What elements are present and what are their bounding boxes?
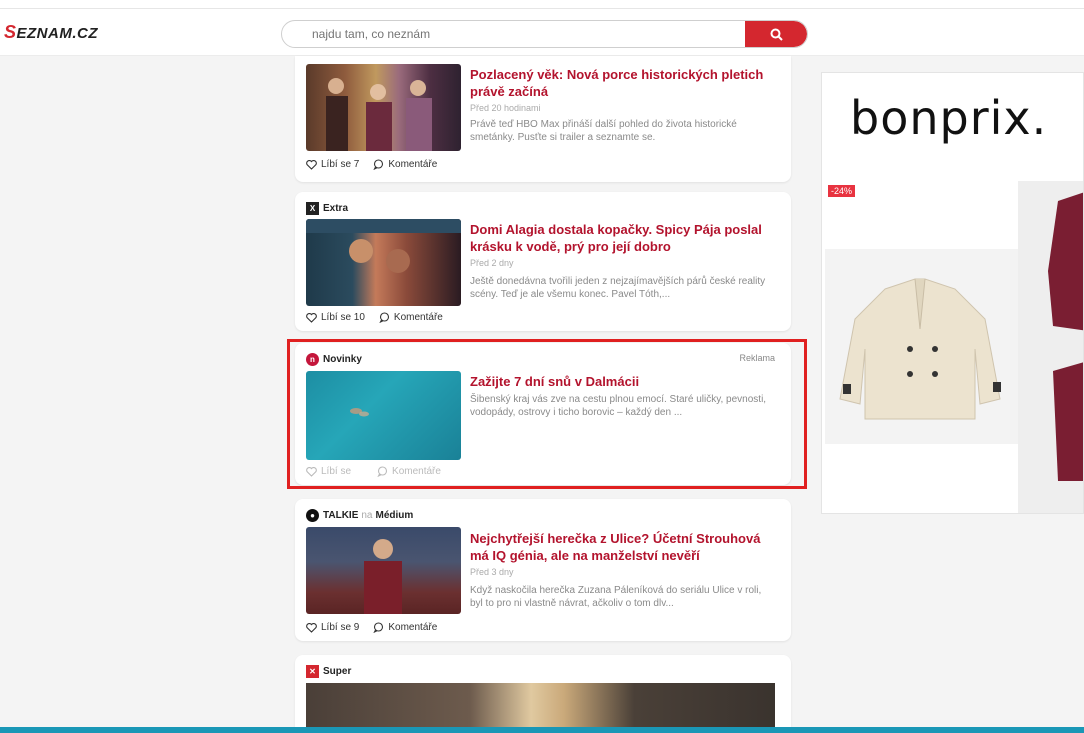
article-time: Před 2 dny	[470, 258, 514, 268]
comments-label: Komentáře	[388, 159, 438, 170]
search-icon	[770, 28, 783, 41]
article-time: Před 20 hodinami	[470, 103, 541, 113]
article-actions: Líbí se 10 Komentáře	[306, 312, 457, 323]
logo-letter: S	[4, 22, 17, 42]
red-top-image	[1048, 192, 1083, 481]
article-headline[interactable]: Pozlacený věk: Nová porce historických p…	[470, 66, 776, 100]
article-actions: Líbí se 7 Komentáře	[306, 159, 451, 170]
like-button[interactable]: Líbí se 10	[306, 312, 365, 323]
bottom-bar	[0, 727, 1084, 733]
source-name: TALKIE	[323, 510, 359, 521]
article-card[interactable]: X Extra Domi Alagia dostala kopačky. Spi…	[295, 192, 791, 331]
like-label: Líbí se 9	[321, 622, 360, 633]
article-headline[interactable]: Nejchytřejší herečka z Ulice? Účetní Str…	[470, 530, 776, 564]
source-name: Extra	[323, 203, 349, 214]
comments-button[interactable]: Komentáře	[379, 312, 443, 323]
divider	[0, 8, 1084, 9]
search-input[interactable]	[282, 21, 742, 47]
like-button[interactable]: Líbí se 9	[306, 622, 359, 633]
heart-icon	[306, 159, 317, 170]
source-connector: na	[361, 510, 373, 521]
comment-icon	[373, 622, 384, 633]
article-perex: Ještě donedávna tvořili jeden z nejzajím…	[470, 276, 766, 300]
comments-label: Komentáře	[393, 312, 443, 323]
jacket-product[interactable]	[825, 249, 1019, 444]
source-name: Super	[323, 666, 352, 677]
article-thumbnail[interactable]	[306, 64, 461, 151]
bonprix-logo: bonprix.	[850, 91, 1048, 145]
article-perex: Právě teď HBO Max přináší další pohled d…	[470, 119, 737, 143]
extra-icon: X	[306, 202, 319, 215]
thumbnail-art	[306, 219, 461, 273]
jacket-image	[839, 278, 1001, 420]
search-box	[281, 20, 808, 48]
article-perex: Když naskočila herečka Zuzana Páleníková…	[470, 585, 762, 609]
article-thumbnail[interactable]	[306, 527, 461, 614]
thumbnail-art	[364, 539, 402, 614]
highlight-box	[287, 339, 807, 489]
like-label: Líbí se 10	[321, 312, 365, 323]
like-button[interactable]: Líbí se 7	[306, 159, 359, 170]
comment-icon	[379, 312, 389, 323]
talkie-icon: ●	[306, 509, 319, 522]
comments-button[interactable]: Komentáře	[373, 622, 437, 633]
article-actions: Líbí se 9 Komentáře	[306, 622, 451, 633]
article-headline[interactable]: Domi Alagia dostala kopačky. Spicy Pája …	[470, 221, 776, 255]
comments-label: Komentáře	[388, 622, 438, 633]
discount-badge: -24%	[828, 185, 856, 197]
super-icon: ✕	[306, 665, 319, 678]
comment-icon	[373, 159, 384, 170]
article-card[interactable]: ✕ Super	[295, 655, 791, 733]
article-thumbnail[interactable]	[306, 219, 461, 306]
source-label[interactable]: ✕ Super	[306, 665, 351, 678]
seznam-logo[interactable]: SEZNAM.CZ	[4, 22, 98, 43]
article-card[interactable]: Pozlacený věk: Nová porce historických p…	[295, 56, 791, 182]
source-suffix: Médium	[375, 510, 414, 521]
source-label[interactable]: ● TALKIE na Médium	[306, 509, 413, 522]
heart-icon	[306, 622, 317, 633]
heart-icon	[306, 312, 317, 323]
logo-text: EZNAM.CZ	[16, 25, 99, 42]
like-label: Líbí se 7	[321, 159, 360, 170]
thumbnail-art	[326, 78, 432, 151]
article-image[interactable]	[306, 683, 775, 733]
search-button[interactable]	[745, 21, 807, 47]
source-label[interactable]: X Extra	[306, 202, 348, 215]
top-bar: SEZNAM.CZ	[0, 0, 1084, 56]
bonprix-ad[interactable]: bonprix. -24%	[821, 72, 1084, 514]
article-time: Před 3 dny	[470, 567, 514, 577]
article-card[interactable]: ● TALKIE na Médium Nejchytřejší herečka …	[295, 499, 791, 641]
red-top-product[interactable]	[1018, 181, 1083, 513]
comments-button[interactable]: Komentáře	[373, 159, 437, 170]
